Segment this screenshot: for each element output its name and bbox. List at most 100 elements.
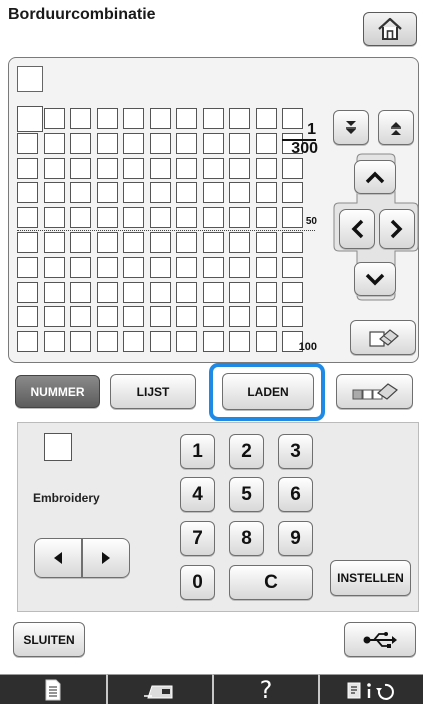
grid-cell[interactable] (229, 232, 250, 253)
grid-cell[interactable] (96, 132, 118, 154)
grid-cell[interactable] (255, 108, 277, 129)
grid-cell[interactable] (202, 207, 224, 229)
key-2[interactable]: 2 (229, 434, 264, 469)
grid-cell[interactable] (176, 108, 197, 129)
clear-button[interactable]: C (229, 565, 313, 600)
grid-cell[interactable] (123, 331, 144, 353)
home-button[interactable] (363, 12, 417, 46)
grid-cell[interactable] (43, 132, 65, 154)
key-7[interactable]: 7 (180, 521, 215, 556)
grid-cell[interactable] (176, 132, 197, 154)
grid-cell[interactable] (17, 256, 38, 278)
lijst-button[interactable]: LIJST (110, 374, 196, 409)
grid-cell[interactable] (229, 157, 250, 179)
grid-cell[interactable] (70, 331, 91, 353)
grid-cell[interactable] (282, 182, 303, 204)
grid-cell[interactable] (123, 232, 144, 253)
grid-cell[interactable] (43, 306, 65, 328)
grid-cell[interactable] (255, 132, 277, 154)
grid-cell[interactable] (255, 232, 277, 253)
grid-cell[interactable] (96, 232, 118, 253)
grid-cell[interactable] (282, 256, 303, 278)
scroll-left-button[interactable] (339, 209, 375, 249)
grid-cell[interactable] (149, 132, 171, 154)
grid-cell[interactable] (202, 108, 224, 129)
grid-cell[interactable] (229, 256, 250, 278)
grid-cell[interactable] (43, 182, 65, 204)
grid-cell[interactable] (176, 281, 197, 303)
grid-cell[interactable] (202, 232, 224, 253)
grid-cell[interactable] (176, 331, 197, 353)
sluiten-button[interactable]: SLUITEN (13, 622, 85, 657)
taskbar-document-button[interactable] (0, 674, 106, 704)
grid-cell[interactable] (255, 182, 277, 204)
grid-cell[interactable] (149, 182, 171, 204)
key-4[interactable]: 4 (180, 477, 215, 512)
key-5[interactable]: 5 (229, 477, 264, 512)
grid-cell[interactable] (17, 207, 38, 229)
grid-cell[interactable] (70, 207, 91, 229)
grid-cell[interactable] (202, 132, 224, 154)
grid-cell[interactable] (176, 306, 197, 328)
grid-cell[interactable] (123, 182, 144, 204)
key-8[interactable]: 8 (229, 521, 264, 556)
grid-cell[interactable] (123, 132, 144, 154)
grid-cell[interactable] (202, 306, 224, 328)
grid-cell[interactable] (70, 108, 91, 129)
grid-cell[interactable] (43, 207, 65, 229)
grid-cell[interactable] (255, 331, 277, 353)
next-button[interactable] (82, 538, 130, 578)
grid-cell[interactable] (70, 306, 91, 328)
grid-cell[interactable] (17, 331, 38, 353)
grid-cell[interactable] (202, 256, 224, 278)
key-3[interactable]: 3 (278, 434, 313, 469)
grid-cell[interactable] (176, 182, 197, 204)
key-1[interactable]: 1 (180, 434, 215, 469)
grid-cell[interactable] (123, 281, 144, 303)
page-down-button[interactable] (333, 110, 369, 145)
grid-cell[interactable] (123, 108, 144, 129)
key-6[interactable]: 6 (278, 477, 313, 512)
taskbar-help-button[interactable]: ? (212, 674, 318, 704)
grid-cell[interactable] (43, 157, 65, 179)
taskbar-machine-button[interactable] (106, 674, 212, 704)
grid-cell[interactable] (176, 256, 197, 278)
grid-cell[interactable] (255, 281, 277, 303)
grid-cell[interactable] (96, 306, 118, 328)
scroll-down-button[interactable] (354, 262, 396, 296)
grid-cell[interactable] (96, 207, 118, 229)
grid-cell[interactable] (96, 182, 118, 204)
grid-cell[interactable] (202, 157, 224, 179)
grid-cell[interactable] (123, 256, 144, 278)
grid-cell[interactable] (282, 157, 303, 179)
grid-cell[interactable] (96, 157, 118, 179)
grid-cell[interactable] (96, 331, 118, 353)
grid-cell[interactable] (149, 331, 171, 353)
key-0[interactable]: 0 (180, 565, 215, 600)
grid-cell[interactable] (17, 132, 38, 154)
grid-cell[interactable] (229, 182, 250, 204)
grid-cell[interactable] (229, 331, 250, 353)
grid-cell[interactable] (70, 132, 91, 154)
grid-cell[interactable] (17, 232, 38, 253)
grid-cell[interactable] (149, 281, 171, 303)
grid-cell[interactable] (176, 232, 197, 253)
grid-cell[interactable] (123, 306, 144, 328)
grid-cell[interactable] (70, 232, 91, 253)
instellen-button[interactable]: INSTELLEN (330, 560, 411, 596)
grid-cell[interactable] (255, 157, 277, 179)
grid-cell[interactable] (282, 281, 303, 303)
grid-cell[interactable] (17, 182, 38, 204)
scroll-right-button[interactable] (379, 209, 415, 249)
erase-button[interactable] (350, 320, 416, 355)
grid-cell[interactable] (149, 157, 171, 179)
grid-cell[interactable] (96, 256, 118, 278)
grid-cell[interactable] (43, 331, 65, 353)
grid-cell[interactable] (43, 256, 65, 278)
grid-cell[interactable] (96, 281, 118, 303)
grid-cell[interactable] (43, 232, 65, 253)
grid-cell[interactable] (282, 232, 303, 253)
previous-button[interactable] (34, 538, 82, 578)
grid-cell[interactable] (43, 108, 65, 129)
grid-cell[interactable] (70, 182, 91, 204)
